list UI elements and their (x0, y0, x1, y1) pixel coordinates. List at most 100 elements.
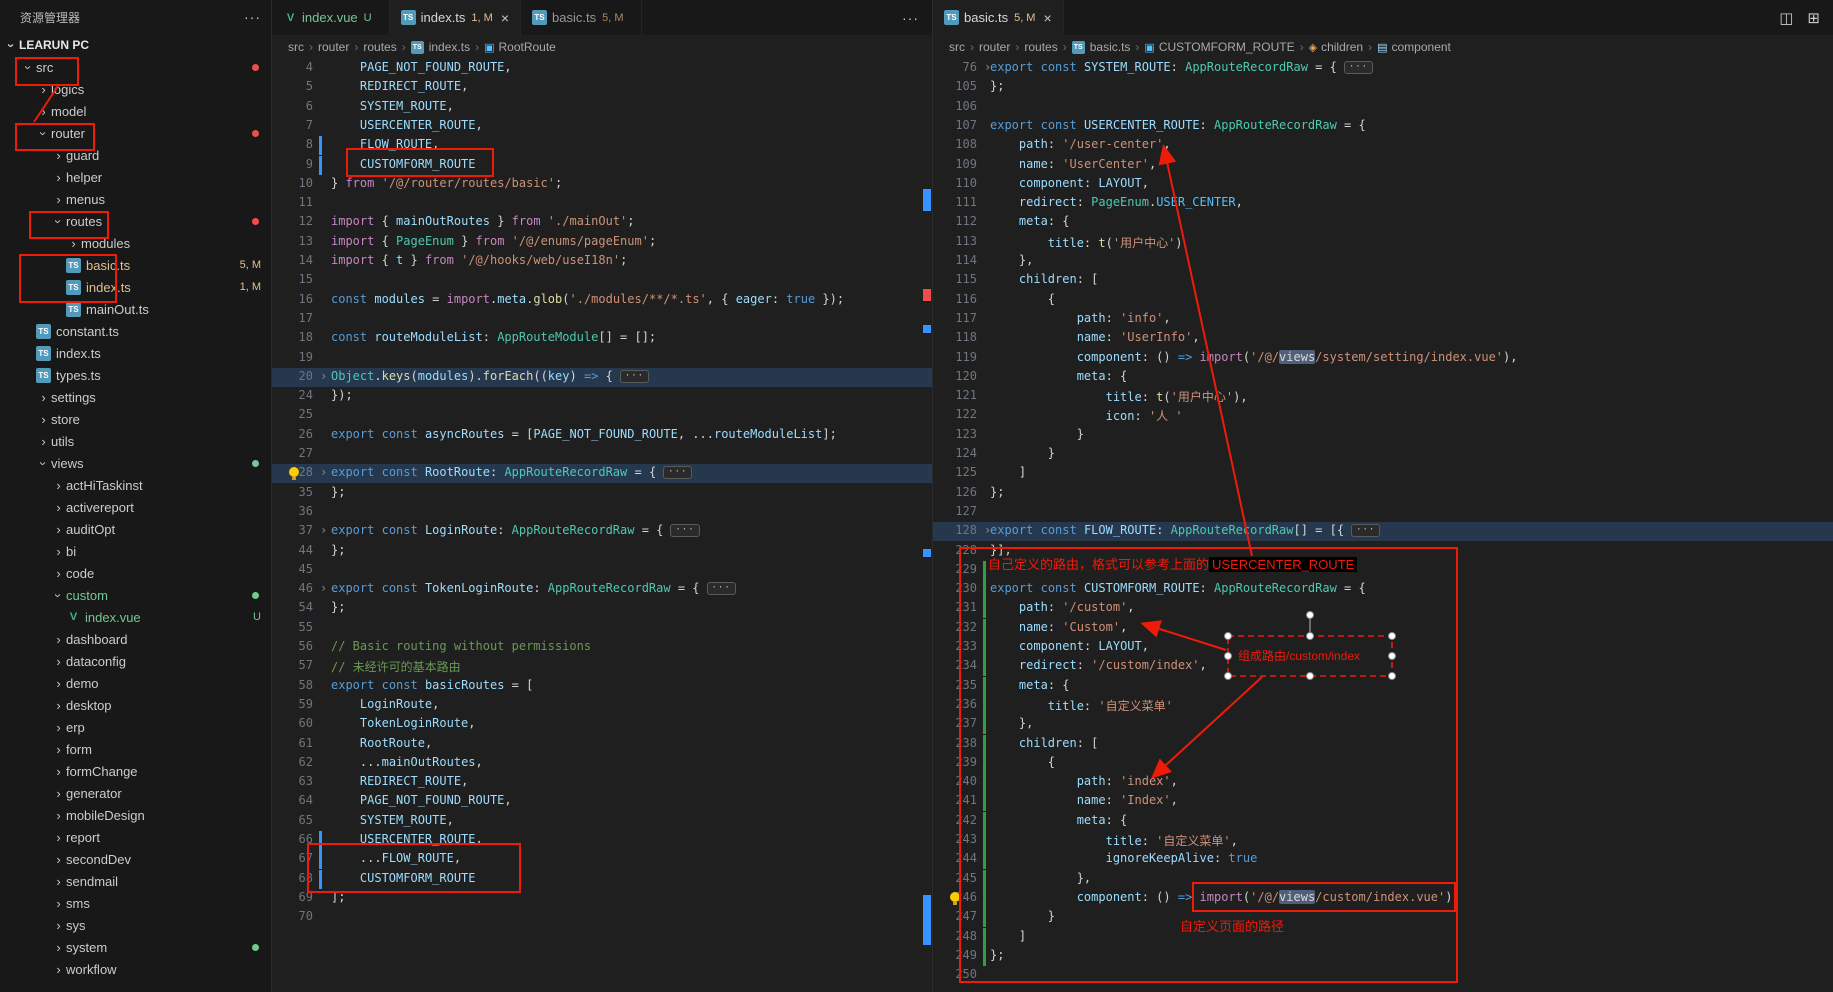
code-line[interactable]: 5 REDIRECT_ROUTE, (272, 78, 933, 97)
code-area[interactable]: 4 PAGE_NOT_FOUND_ROUTE,5 REDIRECT_ROUTE,… (272, 59, 933, 992)
code-line[interactable]: 229 (933, 561, 1833, 580)
code-line[interactable]: 16const modules = import.meta.glob('./mo… (272, 291, 933, 310)
tree-item-logics[interactable]: ›logics (0, 78, 271, 100)
breadcrumb-item-router[interactable]: router (979, 40, 1010, 54)
fold-chevron-icon[interactable]: › (320, 581, 327, 595)
code-line[interactable]: 9 CUSTOMFORM_ROUTE (272, 156, 933, 175)
code-line[interactable]: 10} from '/@/router/routes/basic'; (272, 175, 933, 194)
code-line[interactable]: 13import { PageEnum } from '/@/enums/pag… (272, 233, 933, 252)
close-icon[interactable]: × (501, 10, 509, 26)
code-line[interactable]: 230export const CUSTOMFORM_ROUTE: AppRou… (933, 580, 1833, 599)
tree-item-dataconfig[interactable]: ›dataconfig (0, 650, 271, 672)
code-line[interactable]: 8 FLOW_ROUTE, (272, 136, 933, 155)
code-line[interactable]: 112 meta: { (933, 213, 1833, 232)
tree-item-sms[interactable]: ›sms (0, 892, 271, 914)
code-line[interactable]: 54}; (272, 599, 933, 618)
code-line[interactable]: 105}; (933, 78, 1833, 97)
tree-item-formChange[interactable]: ›formChange (0, 760, 271, 782)
code-line[interactable]: 122 icon: '人 ' (933, 406, 1833, 425)
code-line[interactable]: 70 (272, 908, 933, 927)
code-line[interactable]: 19 (272, 349, 933, 368)
code-line[interactable]: 124 } (933, 445, 1833, 464)
code-line[interactable]: 36 (272, 503, 933, 522)
code-line[interactable]: 242 meta: { (933, 812, 1833, 831)
tree-item-bi[interactable]: ›bi (0, 540, 271, 562)
tree-item-sys[interactable]: ›sys (0, 914, 271, 936)
code-line[interactable]: 243 title: '自定义菜单', (933, 831, 1833, 850)
code-line[interactable]: 12import { mainOutRoutes } from './mainO… (272, 213, 933, 232)
fold-chevron-icon[interactable]: › (320, 369, 327, 383)
split-editor-icon[interactable]: ◫ (1779, 9, 1793, 27)
code-line[interactable]: 68 CUSTOMFORM_ROUTE (272, 870, 933, 889)
code-line[interactable]: 110 component: LAYOUT, (933, 175, 1833, 194)
breadcrumb-item-CUSTOMFORM_ROUTE[interactable]: ▣CUSTOMFORM_ROUTE (1144, 40, 1294, 54)
code-line[interactable]: 6 SYSTEM_ROUTE, (272, 98, 933, 117)
code-line[interactable]: 233 component: LAYOUT, (933, 638, 1833, 657)
tree-item-menus[interactable]: ›menus (0, 188, 271, 210)
tree-item-sendmail[interactable]: ›sendmail (0, 870, 271, 892)
code-line[interactable]: 126}; (933, 484, 1833, 503)
code-line[interactable]: 115 children: [ (933, 271, 1833, 290)
code-line[interactable]: 121 title: t('用户中心'), (933, 387, 1833, 406)
code-line[interactable]: 241 name: 'Index', (933, 792, 1833, 811)
code-line[interactable]: 117 path: 'info', (933, 310, 1833, 329)
breadcrumb-item-src[interactable]: src (949, 40, 965, 54)
tree-item-form[interactable]: ›form (0, 738, 271, 760)
folded-code-ellipsis[interactable]: ··· (670, 524, 699, 537)
tree-item-settings[interactable]: ›settings (0, 386, 271, 408)
code-line[interactable]: 58export const basicRoutes = [ (272, 677, 933, 696)
tree-item-routes[interactable]: ›routes (0, 210, 271, 232)
tree-item-generator[interactable]: ›generator (0, 782, 271, 804)
breadcrumb-item-basic.ts[interactable]: TSbasic.ts (1072, 40, 1131, 54)
code-line[interactable]: 109 name: 'UserCenter', (933, 156, 1833, 175)
code-line[interactable]: 67 ...FLOW_ROUTE, (272, 850, 933, 869)
code-line[interactable]: 69]; (272, 889, 933, 908)
tree-item-desktop[interactable]: ›desktop (0, 694, 271, 716)
tree-item-store[interactable]: ›store (0, 408, 271, 430)
code-line[interactable]: 248 ] (933, 928, 1833, 947)
tab-basic.ts[interactable]: TSbasic.ts5, M× (933, 0, 1064, 35)
folded-code-ellipsis[interactable]: ··· (663, 466, 692, 479)
code-line[interactable]: 65 SYSTEM_ROUTE, (272, 812, 933, 831)
tree-item-guard[interactable]: ›guard (0, 144, 271, 166)
code-line[interactable]: 249}; (933, 947, 1833, 966)
code-line[interactable]: 27 (272, 445, 933, 464)
fold-chevron-icon[interactable]: › (320, 523, 327, 537)
tree-item-workflow[interactable]: ›workflow (0, 958, 271, 980)
tree-item-system[interactable]: ›system (0, 936, 271, 958)
code-line[interactable]: 246 component: () => import('/@/views/cu… (933, 889, 1833, 908)
code-line[interactable]: 234 redirect: '/custom/index', (933, 657, 1833, 676)
code-line[interactable]: 63 REDIRECT_ROUTE, (272, 773, 933, 792)
code-line[interactable]: 237 }, (933, 715, 1833, 734)
tree-item-dashboard[interactable]: ›dashboard (0, 628, 271, 650)
fold-chevron-icon[interactable]: › (320, 465, 327, 479)
code-line[interactable]: 119 component: () => import('/@/views/sy… (933, 349, 1833, 368)
tab-basic.ts[interactable]: TSbasic.ts5, M (521, 0, 641, 35)
code-line[interactable]: 240 path: 'index', (933, 773, 1833, 792)
breadcrumb-item-children[interactable]: ◈children (1309, 40, 1364, 54)
tree-item-actHiTaskinst[interactable]: ›actHiTaskinst (0, 474, 271, 496)
tree-item-views[interactable]: ›views (0, 452, 271, 474)
code-line[interactable]: 11 (272, 194, 933, 213)
code-area[interactable]: 76›export const SYSTEM_ROUTE: AppRouteRe… (933, 59, 1833, 992)
code-line[interactable]: 26export const asyncRoutes = [PAGE_NOT_F… (272, 426, 933, 445)
code-line[interactable]: 128›export const FLOW_ROUTE: AppRouteRec… (933, 522, 1833, 541)
code-line[interactable]: 231 path: '/custom', (933, 599, 1833, 618)
tree-item-modules[interactable]: ›modules (0, 232, 271, 254)
code-line[interactable]: 232 name: 'Custom', (933, 619, 1833, 638)
code-line[interactable]: 239 { (933, 754, 1833, 773)
breadcrumb-item-index.ts[interactable]: TSindex.ts (411, 40, 470, 54)
tab-index.ts[interactable]: TSindex.ts1, M× (390, 0, 521, 35)
code-line[interactable]: 238 children: [ (933, 735, 1833, 754)
tree-item-custom[interactable]: ›custom (0, 584, 271, 606)
code-line[interactable]: 55 (272, 619, 933, 638)
breadcrumb-item-component[interactable]: ▤component (1377, 40, 1451, 54)
tree-item-code[interactable]: ›code (0, 562, 271, 584)
tree-item-mobileDesign[interactable]: ›mobileDesign (0, 804, 271, 826)
explorer-more-button[interactable]: ··· (244, 9, 261, 25)
editor-more-button[interactable]: ··· (888, 0, 933, 35)
tree-item-constant.ts[interactable]: TSconstant.ts (0, 320, 271, 342)
lightbulb-icon[interactable] (289, 467, 299, 477)
code-line[interactable]: 235 meta: { (933, 677, 1833, 696)
tree-item-index.vue[interactable]: Vindex.vueU (0, 606, 271, 628)
